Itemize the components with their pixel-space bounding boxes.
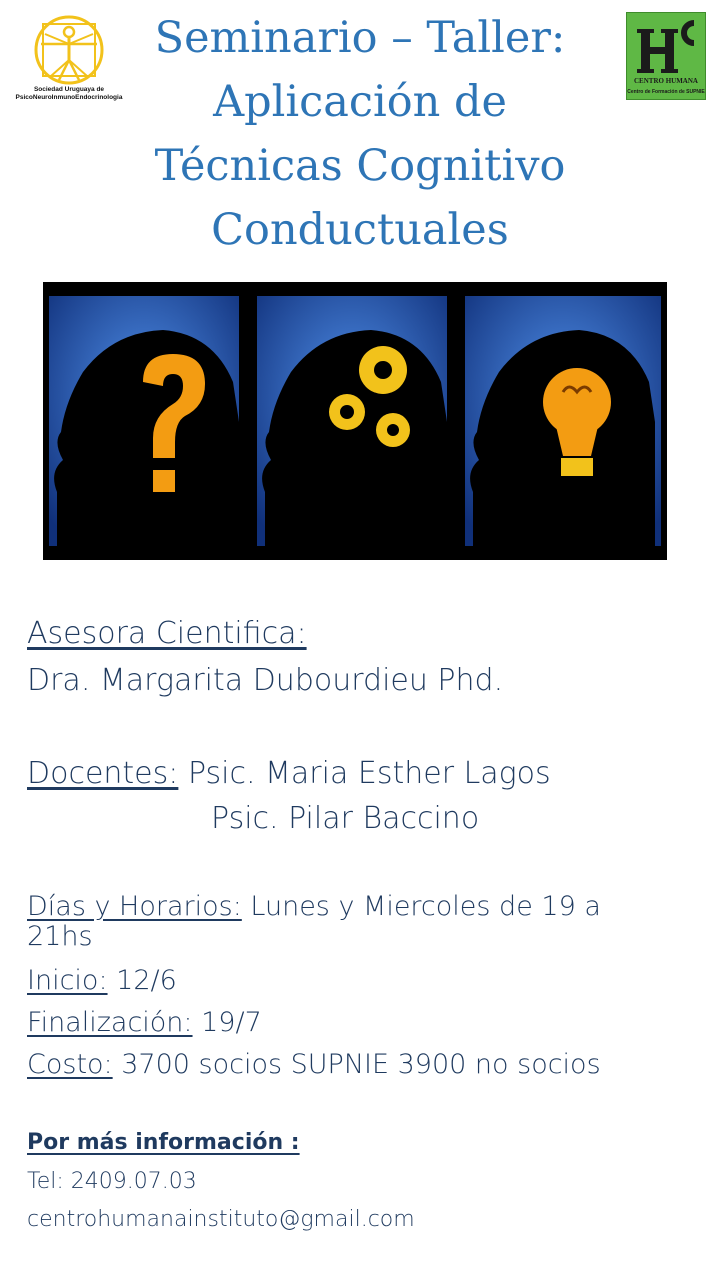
advisor-label-row: Asesora Cientifica:: [27, 616, 307, 651]
schedule-value: Lunes y Miercoles de 19 a: [250, 891, 601, 922]
advisor-label: Asesora Cientifica:: [27, 616, 307, 651]
centro-humana-logo: CENTRO HUMANA Centro de Formación de SUP…: [626, 12, 706, 100]
title-line-3: Técnicas Cognitivo: [154, 141, 566, 191]
start-value: 12/6: [116, 965, 177, 996]
contact-email[interactable]: centrohumanainstituto@gmail.com: [27, 1207, 415, 1232]
centro-humana-caption: CENTRO HUMANA: [634, 77, 698, 85]
advisor-name: Dra. Margarita Dubourdieu Phd.: [27, 663, 504, 698]
question-mark-panel: [49, 296, 239, 546]
end-label: Finalización:: [27, 1007, 193, 1038]
title-line-4: Conductuales: [211, 205, 509, 255]
contact-label: Por más información :: [27, 1130, 300, 1155]
cognitive-banner-image: [43, 282, 667, 560]
vitruvian-man-icon: [34, 15, 104, 85]
gears-panel: [257, 296, 447, 546]
contact-label-row: Por más información :: [27, 1130, 300, 1155]
start-row: Inicio: 12/6: [27, 965, 177, 996]
contact-phone[interactable]: Tel: 2409.07.03: [27, 1169, 197, 1194]
schedule-label: Días y Horarios:: [27, 891, 242, 922]
teacher-name-2: Psic. Pilar Baccino: [211, 801, 480, 836]
cost-row: Costo: 3700 socios SUPNIE 3900 no socios: [27, 1049, 601, 1080]
teachers-label: Docentes:: [27, 756, 179, 791]
lightbulb-panel: [465, 296, 661, 546]
end-value: 19/7: [201, 1007, 262, 1038]
schedule-value-line2: 21hs: [27, 921, 93, 952]
hc-monogram-icon: [637, 20, 695, 73]
schedule-row: Días y Horarios: Lunes y Miercoles de 19…: [27, 892, 601, 922]
title-line-2: Aplicación de: [213, 77, 507, 127]
teacher-name-1: Psic. Maria Esther Lagos: [187, 756, 551, 791]
cost-label: Costo:: [27, 1049, 113, 1080]
end-row: Finalización: 19/7: [27, 1007, 262, 1038]
centro-formacion-caption: Centro de Formación de SUPNIE: [627, 89, 705, 95]
page-title: Seminario – Taller: Aplicación de Técnic…: [100, 6, 620, 262]
cost-value: 3700 socios SUPNIE 3900 no socios: [121, 1049, 601, 1080]
start-label: Inicio:: [27, 965, 108, 996]
title-line-1: Seminario – Taller:: [154, 13, 566, 63]
teachers-row: Docentes: Psic. Maria Esther Lagos: [27, 756, 551, 791]
